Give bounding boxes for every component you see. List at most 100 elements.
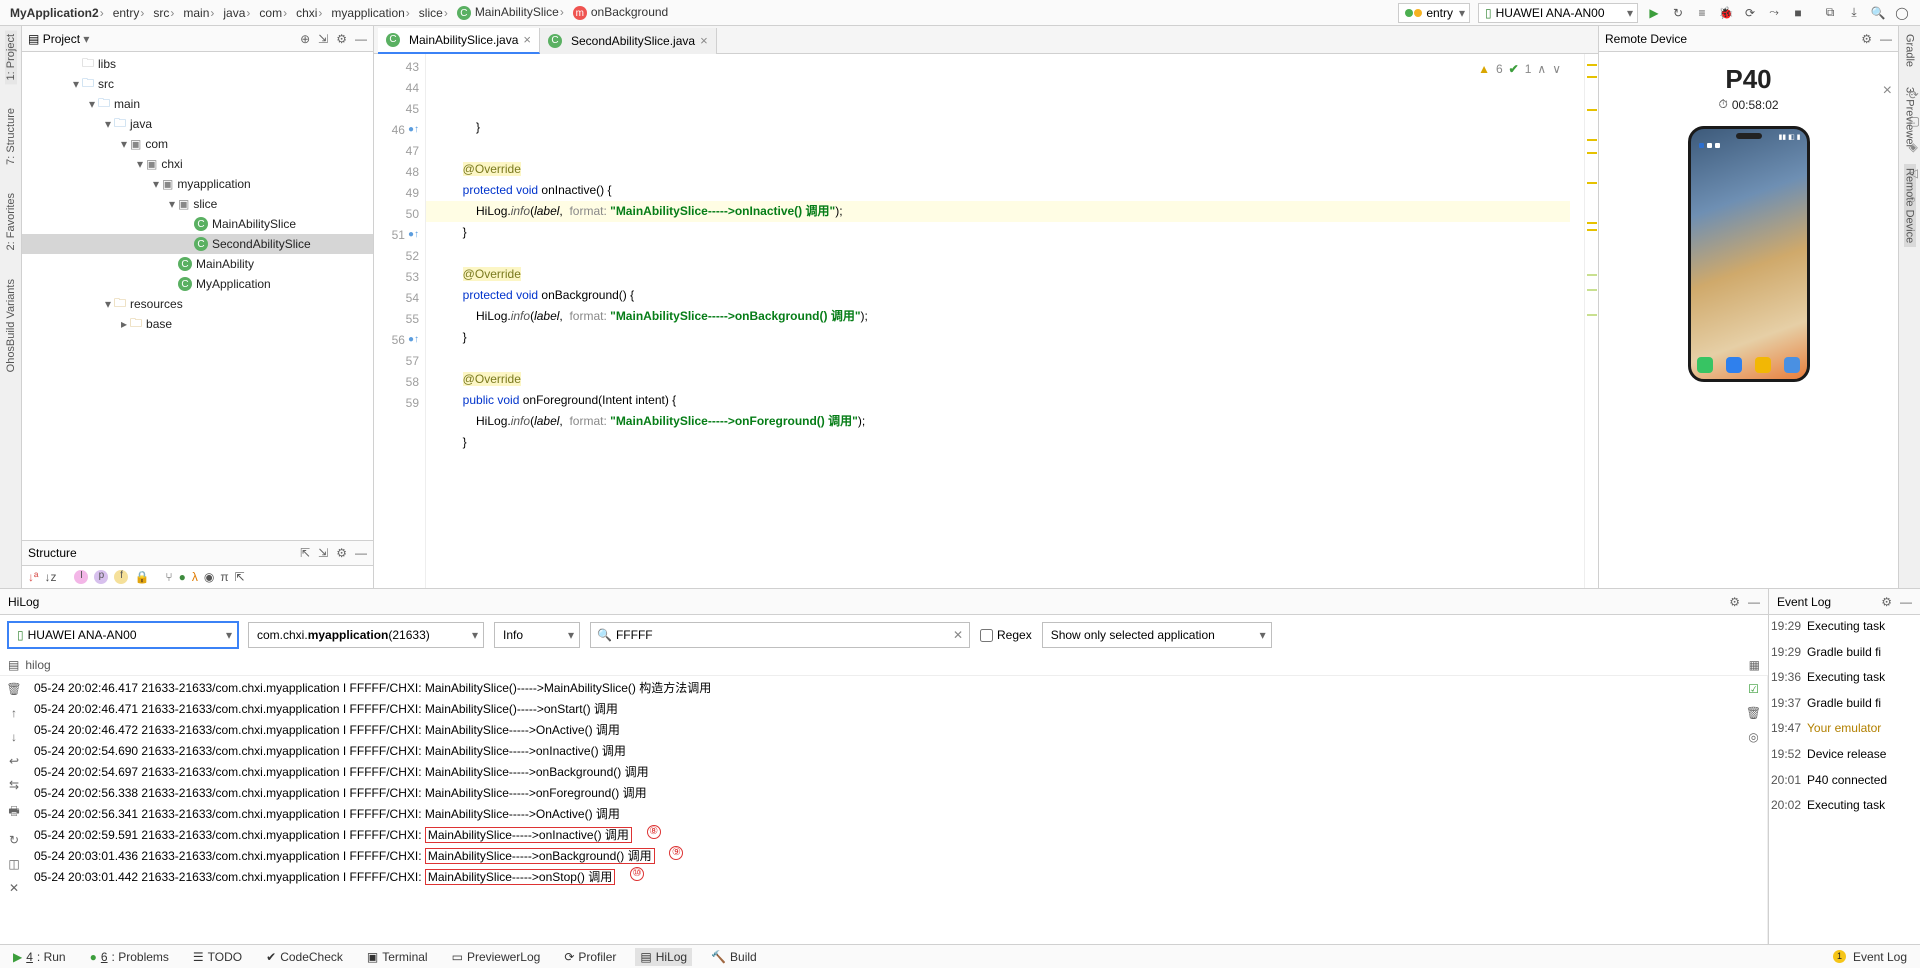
status-tab[interactable]: ⟳Profiler bbox=[559, 948, 621, 966]
struct-expand-icon[interactable]: ⇱ bbox=[300, 546, 310, 560]
tree-node[interactable]: CMyApplication bbox=[22, 274, 373, 294]
gear-icon[interactable]: ⚙ bbox=[1881, 595, 1892, 609]
breadcrumb-item[interactable]: java bbox=[219, 6, 255, 20]
hide-icon[interactable]: — bbox=[1880, 32, 1892, 46]
status-tab[interactable]: ✔CodeCheck bbox=[261, 948, 348, 966]
tree-node[interactable]: ▸🗀base bbox=[22, 314, 373, 334]
split-icon[interactable]: ◫ bbox=[8, 857, 19, 871]
struct-dot1-icon[interactable]: ● bbox=[179, 570, 186, 584]
filter-i-icon[interactable]: I bbox=[74, 570, 88, 584]
left-tool-tab[interactable]: 2: Favorites bbox=[5, 189, 17, 254]
override-icon[interactable]: ●↑ bbox=[408, 334, 419, 345]
struct-pi-icon[interactable]: π bbox=[220, 570, 228, 584]
status-tab[interactable]: ▭PreviewerLog bbox=[447, 948, 546, 966]
sort-alpha-icon[interactable]: ↓ª bbox=[28, 570, 38, 584]
hilog-process-select[interactable]: com.chxi.myapplication (21633) bbox=[248, 622, 484, 648]
tree-node[interactable]: ▾▣chxi bbox=[22, 154, 373, 174]
filter-f-icon[interactable]: f bbox=[114, 570, 128, 584]
struct-collapse-icon[interactable]: ⇲ bbox=[318, 546, 328, 560]
hilog-output[interactable]: 05-24 20:02:46.417 21633-21633/com.chxi.… bbox=[28, 676, 1740, 944]
tree-node[interactable]: ▾🗀src bbox=[22, 74, 373, 94]
status-tab[interactable]: ▤HiLog bbox=[635, 948, 692, 966]
breadcrumb-item[interactable]: chxi bbox=[292, 6, 327, 20]
scroll-up-icon[interactable]: ↑ bbox=[11, 706, 17, 720]
error-stripe[interactable] bbox=[1584, 54, 1598, 588]
stop-icon[interactable]: ■ bbox=[1788, 3, 1808, 23]
override-icon[interactable]: ●↑ bbox=[408, 124, 419, 135]
tree-node[interactable]: ▾▣com bbox=[22, 134, 373, 154]
hilog-level-select[interactable]: Info bbox=[494, 622, 580, 648]
breadcrumb-item[interactable]: myapplication bbox=[327, 6, 414, 20]
hilog-device-select[interactable]: ▯HUAWEI ANA-AN00 bbox=[8, 622, 238, 648]
editor-tab[interactable]: CSecondAbilitySlice.java× bbox=[540, 28, 717, 54]
close-icon[interactable]: × bbox=[1883, 82, 1892, 100]
breadcrumb-item[interactable]: src bbox=[149, 6, 179, 20]
tree-node[interactable]: ▾🗀main bbox=[22, 94, 373, 114]
left-tool-tab[interactable]: 1: Project bbox=[5, 30, 17, 84]
hilog-scope-select[interactable]: Show only selected application bbox=[1042, 622, 1272, 648]
status-tab[interactable]: ☰TODO bbox=[188, 948, 247, 966]
hilog-regex-check[interactable]: Regex bbox=[980, 628, 1032, 642]
profile-icon[interactable]: ⟳ bbox=[1740, 3, 1760, 23]
override-icon[interactable]: ●↑ bbox=[408, 229, 419, 240]
wrap2-icon[interactable]: ⇆ bbox=[9, 778, 19, 792]
back-icon[interactable]: ◁ bbox=[1909, 166, 1920, 180]
rotate-icon[interactable]: ⟳ bbox=[1909, 88, 1920, 102]
breadcrumb-item[interactable]: CMainAbilitySlice bbox=[453, 5, 569, 21]
struct-fork-icon[interactable]: ⑂ bbox=[165, 570, 172, 584]
tree-node[interactable]: 🗀libs bbox=[22, 54, 373, 74]
close-icon[interactable]: ✕ bbox=[9, 881, 19, 895]
eventlog-item[interactable]: 19:52Device release bbox=[1771, 747, 1918, 763]
fullscreen-icon[interactable]: ▢ bbox=[1909, 114, 1920, 128]
status-tab[interactable]: ▣Terminal bbox=[362, 948, 433, 966]
tree-node[interactable]: CSecondAbilitySlice bbox=[22, 234, 373, 254]
tree-node[interactable]: ▾🗀resources bbox=[22, 294, 373, 314]
hide-icon[interactable]: — bbox=[1900, 595, 1912, 609]
eventlog-item[interactable]: 19:36Executing task bbox=[1771, 670, 1918, 686]
eventlog-list[interactable]: 19:29Executing task 19:29Gradle build fi 1… bbox=[1769, 615, 1920, 944]
eventlog-item[interactable]: 19:29Executing task bbox=[1771, 619, 1918, 635]
editor-tab[interactable]: CMainAbilitySlice.java× bbox=[378, 28, 540, 54]
status-tab[interactable]: 🔨Build bbox=[706, 948, 762, 966]
breadcrumb-item[interactable]: monBackground bbox=[569, 5, 672, 21]
clear-icon[interactable]: ✕ bbox=[953, 628, 963, 642]
wrap-icon[interactable]: ↩ bbox=[9, 754, 19, 768]
eventlog-item[interactable]: 19:29Gradle build fi bbox=[1771, 645, 1918, 661]
avatar-icon[interactable]: ◯ bbox=[1892, 3, 1912, 23]
run-icon[interactable]: ▶ bbox=[1644, 3, 1664, 23]
scroll-down-icon[interactable]: ↓ bbox=[11, 730, 17, 744]
status-tab[interactable]: ▶4: Run bbox=[8, 948, 71, 966]
struct-lambda-icon[interactable]: λ bbox=[192, 570, 198, 584]
eventlog-item[interactable]: 20:02Executing task bbox=[1771, 798, 1918, 814]
phone-mock[interactable]: ▮▮ ◧ ▮ bbox=[1688, 126, 1810, 382]
gear-icon[interactable]: ⚙ bbox=[336, 32, 347, 46]
gesture-icon[interactable]: ◈ bbox=[1909, 140, 1920, 154]
tree-node[interactable]: ▾▣slice bbox=[22, 194, 373, 214]
struct-dot2-icon[interactable]: ◉ bbox=[204, 570, 214, 584]
right-tool-tab[interactable]: Gradle bbox=[1904, 30, 1916, 71]
filter-lock-icon[interactable]: 🔒 bbox=[134, 570, 149, 584]
hide-icon[interactable]: — bbox=[355, 546, 367, 560]
breadcrumb-item[interactable]: entry bbox=[109, 6, 150, 20]
filter-funnel-icon[interactable]: ▤ bbox=[8, 658, 19, 672]
filter-p-icon[interactable]: p bbox=[94, 570, 108, 584]
debug-restart-icon[interactable]: ↻ bbox=[1668, 3, 1688, 23]
restart-icon[interactable]: ↻ bbox=[9, 833, 19, 847]
layout-icon[interactable]: ▦ bbox=[1749, 658, 1760, 672]
coverage-icon[interactable]: ≡ bbox=[1692, 3, 1712, 23]
tree-node[interactable]: CMainAbility bbox=[22, 254, 373, 274]
breadcrumb-item[interactable]: MyApplication2 bbox=[6, 6, 109, 20]
print-icon[interactable]: 🖶 bbox=[8, 802, 19, 823]
tree-node[interactable]: CMainAbilitySlice bbox=[22, 214, 373, 234]
eventlog-item[interactable]: 19:47Your emulator bbox=[1771, 721, 1918, 737]
debug-icon[interactable]: 🐞 bbox=[1716, 3, 1736, 23]
close-icon[interactable]: × bbox=[523, 32, 531, 47]
left-tool-tab[interactable]: 7: Structure bbox=[5, 104, 17, 169]
left-tool-tab[interactable]: OhosBuild Variants bbox=[5, 275, 17, 376]
hilog-search-input[interactable]: 🔍✕ bbox=[590, 622, 970, 648]
device-select[interactable]: ▯HUAWEI ANA-AN00 bbox=[1478, 3, 1638, 23]
status-tab[interactable]: ●6: Problems bbox=[85, 948, 174, 966]
sort-vis-icon[interactable]: ↓z bbox=[44, 570, 56, 584]
gear-icon[interactable]: ⚙ bbox=[336, 546, 347, 560]
collapse-icon[interactable]: ⇲ bbox=[318, 32, 328, 46]
